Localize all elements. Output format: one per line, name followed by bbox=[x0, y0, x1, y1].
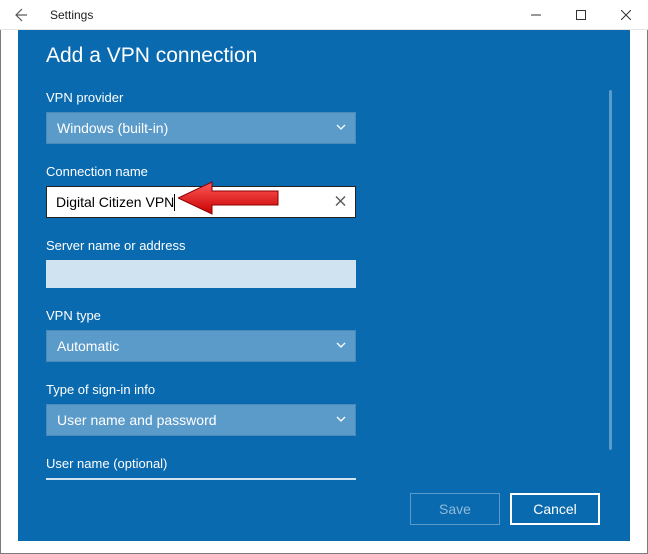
window-titlebar: Settings bbox=[0, 0, 648, 30]
maximize-icon bbox=[576, 10, 586, 20]
vpn-type-label: VPN type bbox=[46, 308, 590, 323]
clear-input-button[interactable] bbox=[335, 195, 346, 210]
vpn-type-select[interactable]: Automatic bbox=[46, 330, 356, 362]
username-label: User name (optional) bbox=[46, 456, 590, 471]
text-cursor bbox=[174, 194, 175, 211]
connection-name-value: Digital Citizen VPN bbox=[56, 194, 174, 210]
username-field: User name (optional) bbox=[46, 456, 590, 480]
chevron-down-icon bbox=[335, 338, 347, 354]
connection-name-label: Connection name bbox=[46, 164, 590, 179]
cancel-button-label: Cancel bbox=[533, 501, 577, 517]
connection-name-field: Connection name Digital Citizen VPN bbox=[46, 164, 590, 218]
cancel-button[interactable]: Cancel bbox=[510, 493, 600, 525]
vpn-type-field: VPN type Automatic bbox=[46, 308, 590, 362]
chevron-down-icon bbox=[335, 412, 347, 428]
arrow-left-icon bbox=[12, 7, 28, 23]
server-name-label: Server name or address bbox=[46, 238, 590, 253]
window-title: Settings bbox=[50, 8, 93, 22]
signin-type-label: Type of sign-in info bbox=[46, 382, 590, 397]
save-button-label: Save bbox=[439, 501, 471, 517]
signin-type-select[interactable]: User name and password bbox=[46, 404, 356, 436]
scrollbar[interactable] bbox=[609, 90, 612, 450]
server-name-input[interactable] bbox=[46, 260, 356, 288]
server-name-field: Server name or address bbox=[46, 238, 590, 288]
vpn-provider-value: Windows (built-in) bbox=[57, 120, 168, 136]
connection-name-input[interactable]: Digital Citizen VPN bbox=[46, 186, 356, 218]
maximize-button[interactable] bbox=[558, 0, 603, 30]
save-button[interactable]: Save bbox=[410, 493, 500, 525]
vpn-type-value: Automatic bbox=[57, 338, 119, 354]
vpn-provider-label: VPN provider bbox=[46, 90, 590, 105]
add-vpn-modal: Add a VPN connection VPN provider Window… bbox=[18, 30, 630, 541]
modal-footer: Save Cancel bbox=[410, 493, 600, 525]
vpn-provider-field: VPN provider Windows (built-in) bbox=[46, 90, 590, 144]
modal-heading: Add a VPN connection bbox=[46, 44, 590, 68]
signin-type-field: Type of sign-in info User name and passw… bbox=[46, 382, 590, 436]
close-button[interactable] bbox=[603, 0, 648, 30]
minimize-icon bbox=[531, 10, 541, 20]
signin-type-value: User name and password bbox=[57, 412, 217, 428]
back-button[interactable] bbox=[0, 0, 40, 30]
minimize-button[interactable] bbox=[513, 0, 558, 30]
vpn-provider-select[interactable]: Windows (built-in) bbox=[46, 112, 356, 144]
chevron-down-icon bbox=[335, 120, 347, 136]
close-icon bbox=[621, 10, 631, 20]
username-input[interactable] bbox=[46, 478, 356, 480]
x-icon bbox=[335, 196, 346, 207]
